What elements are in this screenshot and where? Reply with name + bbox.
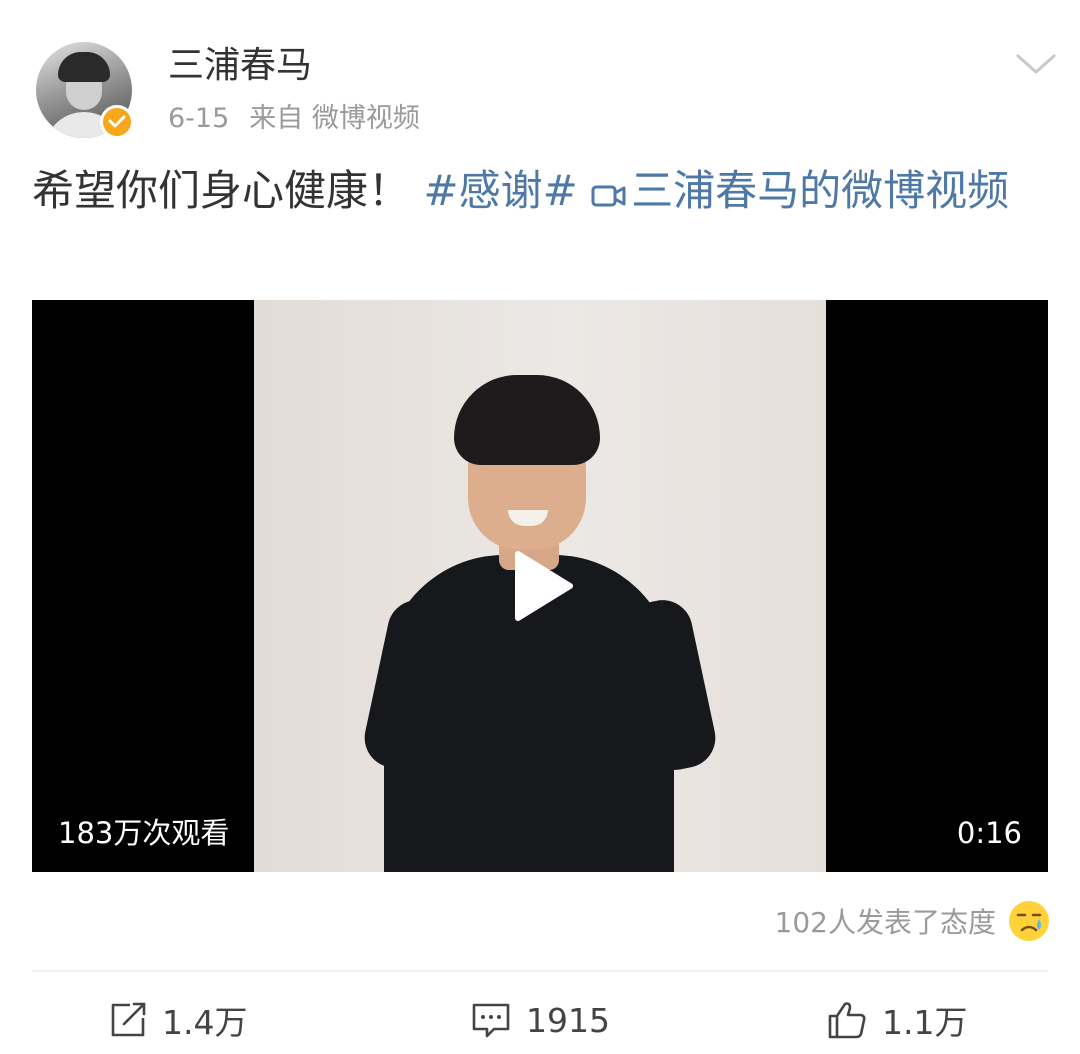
username[interactable]: 三浦春马: [168, 44, 312, 88]
play-icon[interactable]: [512, 550, 574, 622]
post-body: 希望你们身心健康！: [32, 166, 411, 215]
video-duration: 0:16: [956, 816, 1022, 850]
video-camera-icon: [591, 185, 626, 207]
post-meta: 6-15 来自 微博视频: [168, 102, 420, 136]
divider: [32, 970, 1048, 972]
video-link-label: 三浦春马的微博视频: [631, 166, 1010, 215]
comment-button[interactable]: 1915: [470, 990, 610, 1050]
reactions-text: 102人发表了态度: [774, 906, 996, 939]
hashtag-link[interactable]: #感谢#: [423, 166, 577, 215]
figure-hair: [454, 375, 600, 465]
action-bar: 1.4万 1915 1.1万: [0, 990, 1080, 1050]
post-date: 6-15: [168, 103, 230, 134]
like-count: 1.1万: [882, 1003, 968, 1042]
crying-emoji-icon: [1009, 901, 1049, 941]
repost-count: 1.4万: [162, 1003, 248, 1042]
post-source[interactable]: 来自 微博视频: [249, 103, 420, 134]
verified-badge-icon: [100, 105, 134, 139]
like-button[interactable]: 1.1万: [826, 990, 967, 1050]
repost-icon: [111, 1002, 146, 1037]
post-header: 三浦春马 6-15 来自 微博视频: [0, 0, 1080, 150]
comment-count: 1915: [526, 1000, 610, 1040]
video-player[interactable]: 183万次观看 0:16: [32, 300, 1048, 872]
post-text: 希望你们身心健康！ #感谢# 三浦春马的微博视频: [32, 162, 1042, 220]
view-count: 183万次观看: [58, 816, 230, 850]
reactions-summary[interactable]: 102人发表了态度: [775, 898, 1050, 944]
repost-button[interactable]: 1.4万: [108, 990, 247, 1050]
video-link[interactable]: 三浦春马的微博视频: [591, 166, 1009, 215]
comment-icon: [472, 1003, 510, 1038]
avatar-hair: [58, 52, 110, 82]
thumbs-up-icon: [828, 1002, 866, 1039]
chevron-down-icon[interactable]: [1014, 50, 1058, 78]
